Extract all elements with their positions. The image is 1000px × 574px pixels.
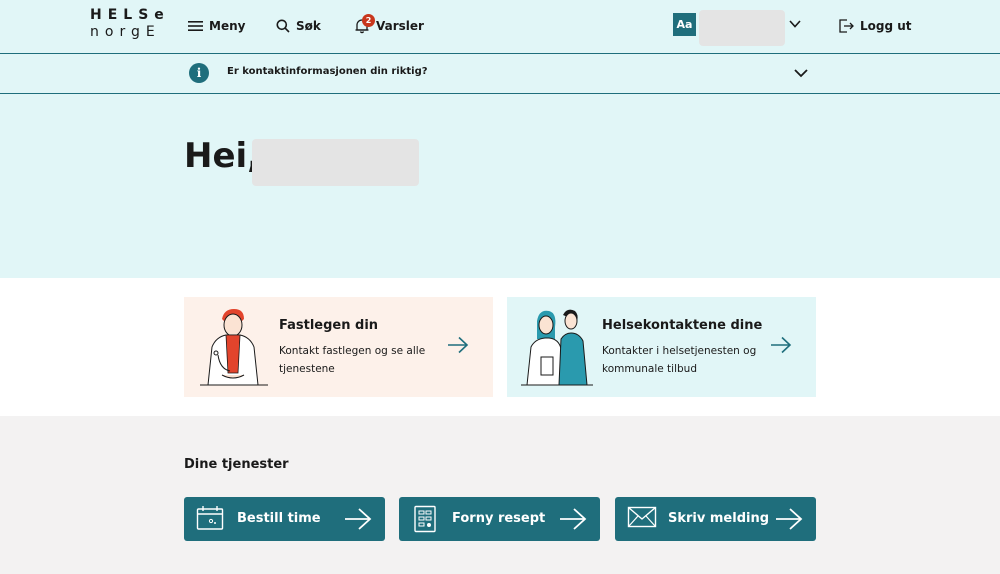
card-title: Helsekontaktene dine [602,318,763,333]
logout-icon [839,19,854,33]
envelope-icon [627,506,657,528]
info-icon: i [189,63,209,83]
renew-prescription-button[interactable]: Forny resept [399,497,600,541]
services-heading: Dine tjenester [184,457,289,472]
search-icon [276,19,290,33]
calendar-icon [196,506,224,530]
chevron-down-icon[interactable] [793,66,809,80]
service-label: Forny resept [452,511,546,526]
arrow-right-icon [776,508,803,530]
prescription-icon [414,505,436,533]
site-header: HELSe norgE Meny Søk 2 Varsler Aa Logg u… [0,0,1000,54]
alerts-count-badge: 2 [362,14,375,27]
health-contacts-card[interactable]: Helsekontaktene dine Kontakter i helsetj… [507,297,816,397]
health-workers-illustration-icon [521,309,593,386]
card-title: Fastlegen din [279,318,379,333]
logo-row-2: norgE [90,24,161,40]
doctor-illustration-icon [200,309,268,386]
menu-button[interactable]: Meny [188,15,245,37]
contacts-cards-section: Fastlegen din Kontakt fastlegen og se al… [0,278,1000,416]
arrow-right-icon [345,508,372,530]
greeting: Hei, [184,136,261,176]
logo-row-1: HELSe [90,7,170,23]
gp-card[interactable]: Fastlegen din Kontakt fastlegen og se al… [184,297,493,397]
logout-button[interactable]: Logg ut [838,15,912,37]
menu-label: Meny [209,19,246,33]
hero-section: Hei, [0,94,1000,278]
arrow-right-icon [560,508,587,530]
service-label: Bestill time [237,511,321,526]
card-description: Kontakt fastlegen og se alle tjenestene [279,345,426,375]
arrow-right-icon [448,336,469,354]
font-size-button[interactable]: Aa [673,13,696,36]
alerts-label: Varsler [376,19,424,33]
search-label: Søk [296,19,321,33]
card-description: Kontakter i helsetjenesten og kommunale … [602,345,757,375]
arrow-right-icon [771,336,792,354]
user-name-redacted[interactable] [699,10,785,46]
alerts-button[interactable]: 2 Varsler [354,14,424,37]
hamburger-icon [188,21,203,31]
user-name-redacted [252,139,419,186]
chevron-down-icon[interactable] [788,17,802,31]
write-message-button[interactable]: Skriv melding [615,497,816,541]
book-appointment-button[interactable]: Bestill time [184,497,385,541]
service-label: Skriv melding [668,511,770,526]
contact-info-bar[interactable]: i Er kontaktinformasjonen din riktig? [0,54,1000,94]
contact-info-text: Er kontaktinformasjonen din riktig? [227,66,428,77]
logout-label: Logg ut [860,19,912,33]
helsenorge-logo[interactable]: HELSe norgE [90,7,164,43]
search-button[interactable]: Søk [276,15,321,37]
